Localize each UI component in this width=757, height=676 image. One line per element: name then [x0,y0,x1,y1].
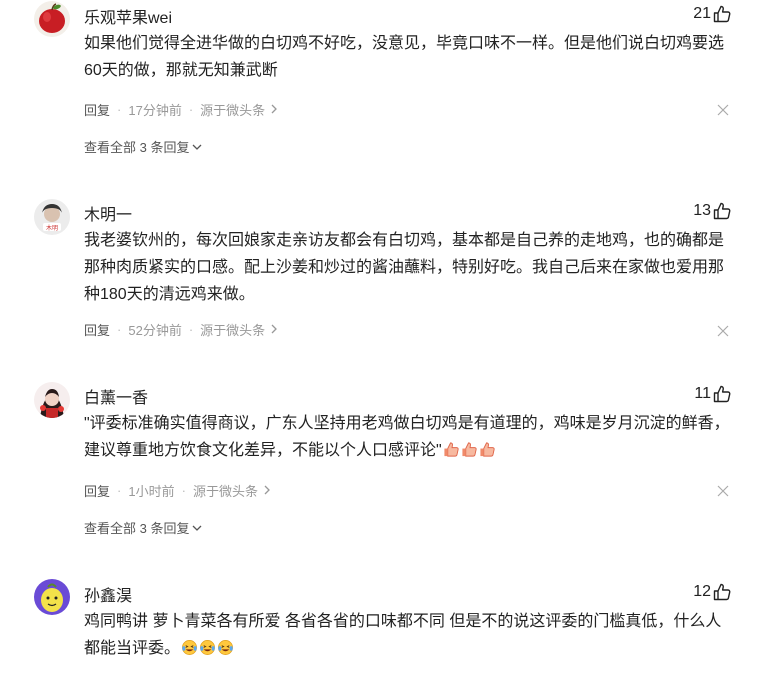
comment-text: 如果他们觉得全进华做的白切鸡不好吃，没意见，毕竟口味不一样。但是他们说白切鸡要选… [84,35,725,79]
chevron-right-icon [270,322,278,337]
thumbs-up-icon [712,582,732,602]
separator-dot: · [117,483,122,498]
thumbs-up-icon [712,201,732,221]
username[interactable]: 孙鑫淏 [84,582,132,606]
thumbs-up-emoji [442,442,496,459]
avatar[interactable]: 木明 [34,199,70,235]
separator-dot: · [117,102,122,117]
timestamp: 17分钟前 [128,103,182,118]
like-count: 11 [694,385,711,402]
view-all-replies[interactable]: 查看全部 3 条回复 [84,137,202,156]
source-link[interactable]: 源于微头条 [200,100,265,119]
like-button[interactable]: 12 [693,582,732,602]
like-button[interactable]: 21 [693,4,732,24]
reply-button[interactable]: 回复 [84,100,110,119]
view-all-label: 查看全部 3 条回复 [84,140,190,155]
laughing-crying-emoji [180,640,234,657]
view-all-label: 查看全部 3 条回复 [84,521,190,536]
reply-button[interactable]: 回复 [84,481,110,500]
separator-dot: · [188,102,194,117]
like-count: 13 [693,202,711,219]
avatar[interactable] [34,1,70,37]
like-button[interactable]: 13 [693,201,732,221]
separator-dot: · [188,322,194,337]
username[interactable]: 白薰一香 [84,384,148,408]
thumbs-up-icon [712,4,732,24]
svg-text:木明: 木明 [46,224,58,232]
source-link[interactable]: 源于微头条 [200,320,265,339]
source-link[interactable]: 源于微头条 [193,481,258,500]
separator-dot: · [117,322,122,337]
username[interactable]: 木明一 [84,201,132,225]
comment-text: 我老婆钦州的，每次回娘家走亲访友都会有白切鸡，基本都是自己养的走地鸡，也的确都是… [84,232,725,303]
reply-button[interactable]: 回复 [84,320,110,339]
view-all-replies[interactable]: 查看全部 3 条回复 [84,518,202,537]
chevron-right-icon [270,102,278,117]
comment-meta: 回复 · 1小时前 · 源于微头条 [84,481,271,500]
username[interactable]: 乐观苹果wei [84,4,172,28]
comment-text: "评委标准确实值得商议，广东人坚持用老鸡做白切鸡是有道理的，鸡味是岁月沉淀的鲜香… [84,410,732,464]
close-icon[interactable] [717,484,729,497]
comment-text-content: "评委标准确实值得商议，广东人坚持用老鸡做白切鸡是有道理的，鸡味是岁月沉淀的鲜香… [84,415,730,459]
separator-dot: · [181,483,186,498]
timestamp: 1小时前 [128,484,175,499]
chevron-right-icon [263,483,271,498]
close-icon[interactable] [717,324,729,337]
comment-meta: 回复 · 17分钟前 · 源于微头条 [84,100,278,119]
like-button[interactable]: 11 [694,384,732,404]
comment-text: 鸡同鸭讲 萝卜青菜各有所爱 各省各省的口味都不同 但是不的说这评委的门槛真低，什… [84,608,732,662]
avatar[interactable] [34,382,70,418]
chevron-down-icon [189,520,202,535]
like-count: 21 [693,5,711,22]
thumbs-up-icon [712,384,732,404]
timestamp: 52分钟前 [128,323,182,338]
avatar[interactable] [34,579,70,615]
chevron-down-icon [189,139,202,154]
like-count: 12 [693,583,711,600]
close-icon[interactable] [717,103,729,116]
comment-meta: 回复 · 52分钟前 · 源于微头条 [84,320,278,339]
